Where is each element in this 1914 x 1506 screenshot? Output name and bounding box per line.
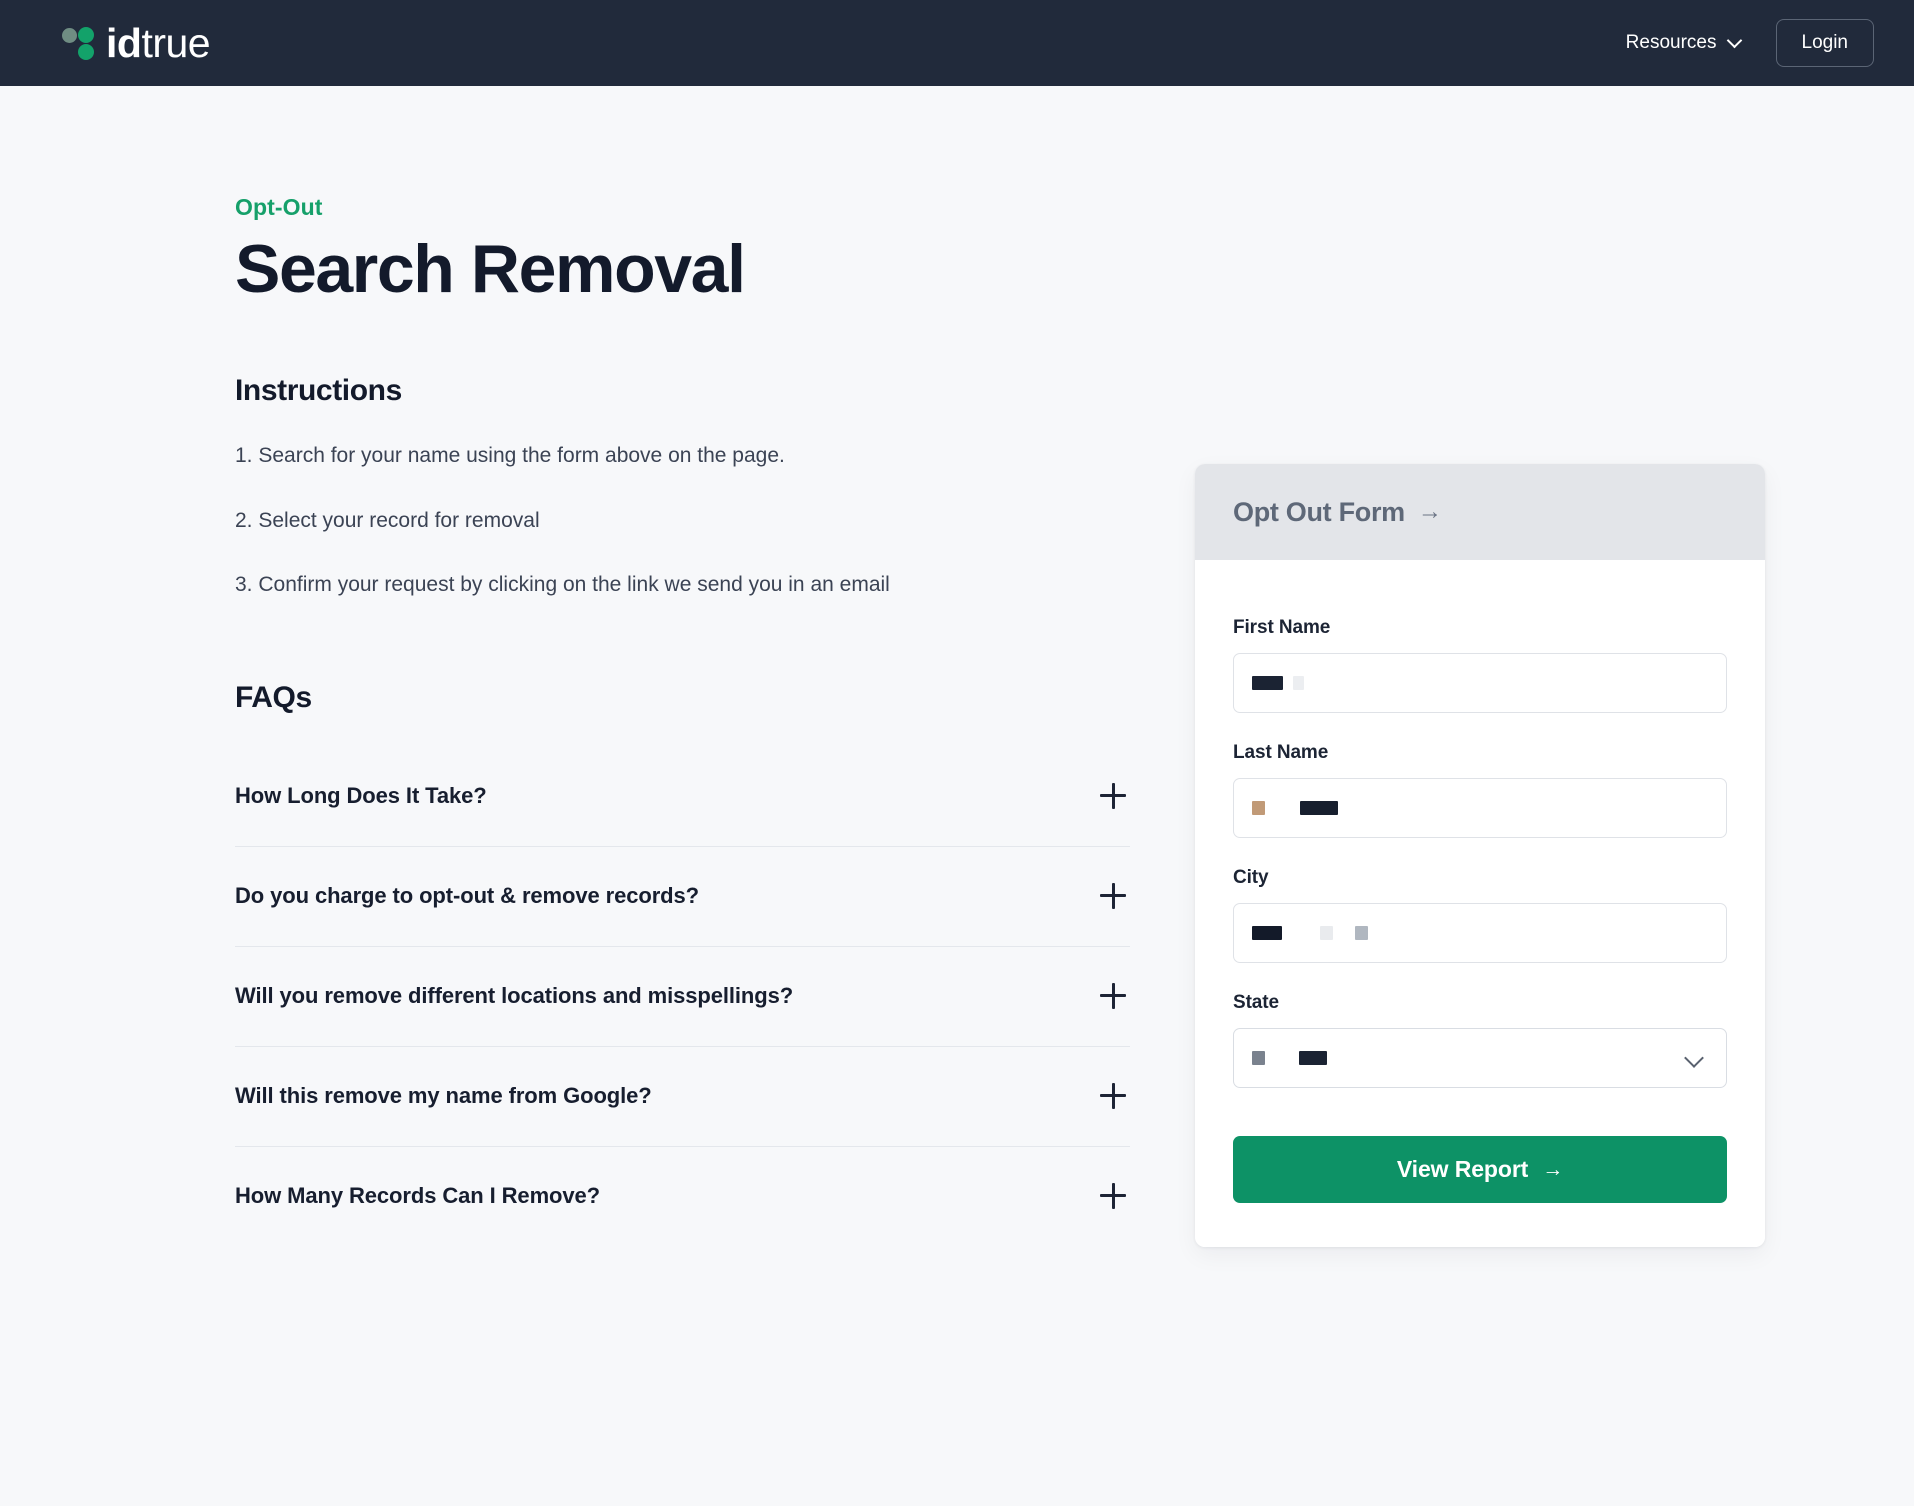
view-report-label: View Report xyxy=(1397,1156,1528,1183)
faq-question: Do you charge to opt-out & remove record… xyxy=(235,883,699,909)
redacted-value xyxy=(1252,801,1338,815)
page-eyebrow: Opt-Out xyxy=(235,194,1195,221)
form-card-header: Opt Out Form → xyxy=(1195,464,1765,560)
page-main: Opt-Out Search Removal Instructions 1. S… xyxy=(0,86,1914,1247)
plus-icon[interactable] xyxy=(1100,783,1126,809)
redacted-value xyxy=(1252,926,1368,940)
brand-logo[interactable]: idtrue xyxy=(62,23,210,64)
primary-nav: Resources Login xyxy=(1626,19,1874,67)
faq-question: How Many Records Can I Remove? xyxy=(235,1183,600,1209)
field-city: City xyxy=(1233,867,1727,963)
brand-wordmark: idtrue xyxy=(106,23,210,64)
faq-question: Will you remove different locations and … xyxy=(235,983,793,1009)
field-label-city: City xyxy=(1233,867,1727,889)
faq-question: How Long Does It Take? xyxy=(235,783,487,809)
login-button[interactable]: Login xyxy=(1776,19,1875,67)
instructions-heading: Instructions xyxy=(235,374,1195,408)
form-card-title: Opt Out Form xyxy=(1233,497,1405,528)
instruction-step: 1. Search for your name using the form a… xyxy=(235,440,1195,472)
faq-heading: FAQs xyxy=(235,681,1195,715)
field-label-first-name: First Name xyxy=(1233,617,1727,639)
content-wrapper: Opt-Out Search Removal Instructions 1. S… xyxy=(177,86,1737,1247)
chevron-down-icon[interactable] xyxy=(1685,1049,1704,1068)
field-label-last-name: Last Name xyxy=(1233,742,1727,764)
redacted-value xyxy=(1252,676,1304,690)
plus-icon[interactable] xyxy=(1100,1083,1126,1109)
state-select[interactable] xyxy=(1233,1028,1727,1088)
form-card-body: First Name Last Name xyxy=(1195,560,1765,1247)
nav-item-resources[interactable]: Resources xyxy=(1626,32,1742,54)
arrow-right-icon: → xyxy=(1542,1159,1563,1180)
brand-word-true: true xyxy=(141,23,210,64)
instructions-section: Instructions 1. Search for your name usi… xyxy=(235,374,1195,601)
page-title: Search Removal xyxy=(235,235,1195,304)
form-card-title-row: Opt Out Form → xyxy=(1233,497,1727,528)
arrow-right-icon: → xyxy=(1418,500,1442,524)
last-name-input[interactable] xyxy=(1233,778,1727,838)
faq-list: How Long Does It Take? Do you charge to … xyxy=(235,747,1130,1246)
city-input[interactable] xyxy=(1233,903,1727,963)
nav-item-resources-label: Resources xyxy=(1626,32,1717,54)
field-state: State xyxy=(1233,992,1727,1088)
faq-item[interactable]: Do you charge to opt-out & remove record… xyxy=(235,847,1130,947)
faq-item[interactable]: Will this remove my name from Google? xyxy=(235,1047,1130,1147)
faq-question: Will this remove my name from Google? xyxy=(235,1083,652,1109)
plus-icon[interactable] xyxy=(1100,883,1126,909)
first-name-input[interactable] xyxy=(1233,653,1727,713)
plus-icon[interactable] xyxy=(1100,1183,1126,1209)
right-form-column: Opt Out Form → First Name xyxy=(1195,86,1765,1247)
opt-out-form-card: Opt Out Form → First Name xyxy=(1195,464,1765,1247)
left-content-column: Opt-Out Search Removal Instructions 1. S… xyxy=(235,86,1195,1246)
chevron-down-icon xyxy=(1728,34,1742,48)
instruction-step: 2. Select your record for removal xyxy=(235,505,1195,537)
faq-item[interactable]: How Many Records Can I Remove? xyxy=(235,1147,1130,1246)
faq-item[interactable]: Will you remove different locations and … xyxy=(235,947,1130,1047)
logo-dots-icon xyxy=(62,25,98,61)
field-last-name: Last Name xyxy=(1233,742,1727,838)
faq-section: FAQs How Long Does It Take? Do you charg… xyxy=(235,681,1195,1246)
field-label-state: State xyxy=(1233,992,1727,1014)
brand-word-id: id xyxy=(106,23,141,64)
instruction-step: 3. Confirm your request by clicking on t… xyxy=(235,569,1195,601)
field-first-name: First Name xyxy=(1233,617,1727,713)
view-report-button[interactable]: View Report → xyxy=(1233,1136,1727,1203)
redacted-value xyxy=(1252,1051,1327,1065)
plus-icon[interactable] xyxy=(1100,983,1126,1009)
site-header: idtrue Resources Login xyxy=(0,0,1914,86)
faq-item[interactable]: How Long Does It Take? xyxy=(235,747,1130,847)
